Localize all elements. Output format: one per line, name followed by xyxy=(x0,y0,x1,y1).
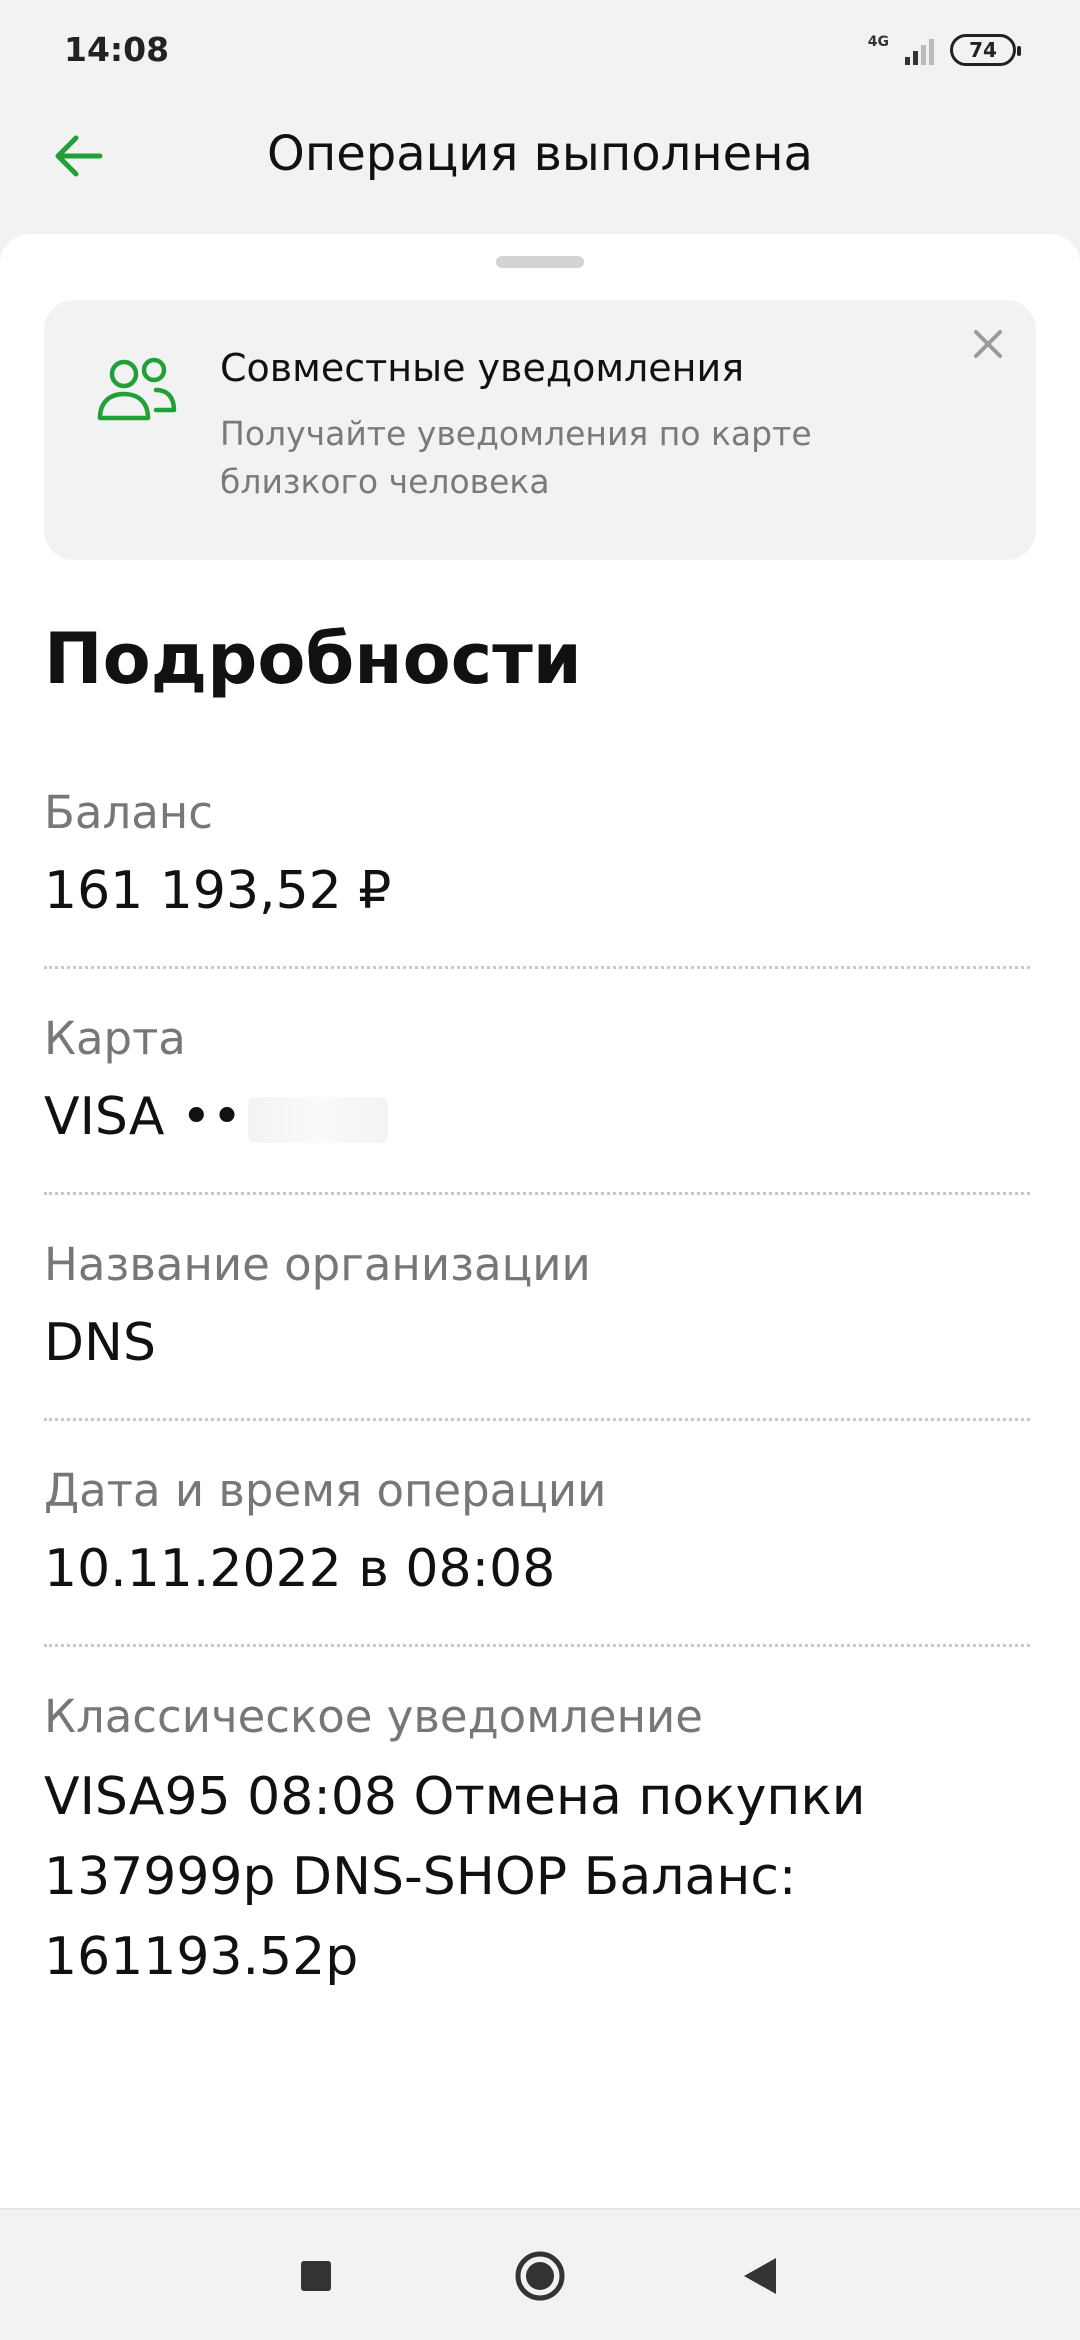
page-title: Операция выполнена xyxy=(267,126,813,182)
detail-label: Дата и время операции xyxy=(44,1464,607,1517)
recents-button[interactable] xyxy=(286,2246,346,2306)
sheet-grabber[interactable] xyxy=(496,256,584,268)
banner-title: Совместные уведомления xyxy=(220,346,745,390)
battery-level: 74 xyxy=(969,38,997,62)
detail-label: Название организации xyxy=(44,1238,591,1291)
network-type: 4G xyxy=(867,34,889,50)
detail-value: 161 193,52 ₽ xyxy=(44,861,392,921)
detail-value: DNS xyxy=(44,1313,156,1373)
status-bar: 14:08 4G 74 xyxy=(0,0,1080,100)
masked-card-digits xyxy=(248,1097,389,1143)
detail-value: 10.11.2022 в 08:08 xyxy=(44,1539,556,1599)
battery-icon: 74 xyxy=(950,34,1021,66)
detail-card: Карта VISA •• xyxy=(44,1012,1036,1147)
screen: 14:08 4G 74 Операция выполнена Совместны… xyxy=(0,0,1080,2340)
system-back-button[interactable] xyxy=(730,2246,790,2306)
detail-label: Баланс xyxy=(44,786,213,839)
status-time: 14:08 xyxy=(64,30,170,69)
details-sheet: Совместные уведомления Получайте уведомл… xyxy=(0,234,1080,2208)
card-number: VISA •• xyxy=(44,1087,243,1147)
detail-label: Классическое уведомление xyxy=(44,1690,703,1743)
shared-notifications-banner[interactable]: Совместные уведомления Получайте уведомл… xyxy=(44,300,1036,560)
section-title: Подробности xyxy=(44,618,582,700)
square-icon xyxy=(301,2261,331,2291)
banner-text: Получайте уведомления по карте близкого … xyxy=(220,414,812,501)
detail-value: VISA95 08:08 Отмена покупки 137999р DNS-… xyxy=(44,1767,866,1987)
divider xyxy=(44,1192,1030,1195)
home-button[interactable] xyxy=(510,2246,570,2306)
detail-balance: Баланс 161 193,52 ₽ xyxy=(44,786,1036,921)
divider xyxy=(44,1644,1030,1647)
signal-icon xyxy=(905,35,934,65)
banner-close-button[interactable] xyxy=(956,312,1020,376)
detail-organization: Название организации DNS xyxy=(44,1238,1036,1373)
triangle-back-icon xyxy=(744,2258,776,2294)
detail-classic-notification: Классическое уведомление VISA95 08:08 От… xyxy=(44,1690,1036,1997)
circle-icon xyxy=(515,2251,565,2301)
status-indicators: 4G 74 xyxy=(867,30,1021,70)
detail-value-row: VISA •• xyxy=(44,1087,1036,1147)
divider xyxy=(44,1418,1030,1421)
close-icon xyxy=(974,330,1002,358)
detail-label: Карта xyxy=(44,1012,186,1065)
detail-datetime: Дата и время операции 10.11.2022 в 08:08 xyxy=(44,1464,1036,1599)
divider xyxy=(44,966,1030,969)
system-nav-bar xyxy=(0,2208,1080,2340)
people-icon xyxy=(97,357,177,421)
app-header: Операция выполнена xyxy=(0,100,1080,232)
